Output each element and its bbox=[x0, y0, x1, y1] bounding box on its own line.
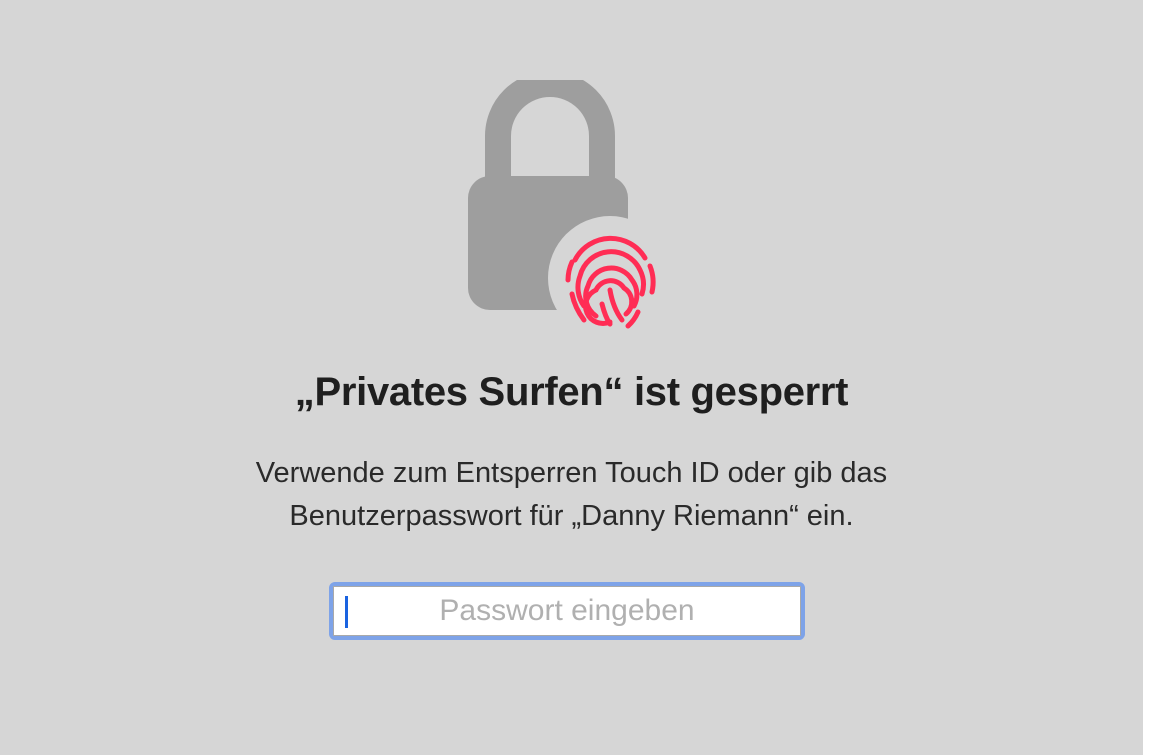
password-input[interactable] bbox=[333, 586, 801, 636]
lock-description-line-1: Verwende zum Entsperren Touch ID oder gi… bbox=[255, 457, 888, 489]
text-caret bbox=[345, 596, 348, 628]
lock-icon bbox=[460, 80, 680, 340]
password-field-focus-ring bbox=[329, 582, 805, 640]
lock-description-line-2: Benutzerpasswort für „Danny Riemann“ ein… bbox=[289, 500, 854, 532]
lock-title: „Privates Surfen“ ist gesperrt bbox=[294, 370, 849, 414]
lock-description: Verwende zum Entsperren Touch ID oder gi… bbox=[0, 452, 1143, 538]
private-browsing-lock-panel: „Privates Surfen“ ist gesperrt Verwende … bbox=[0, 0, 1143, 755]
